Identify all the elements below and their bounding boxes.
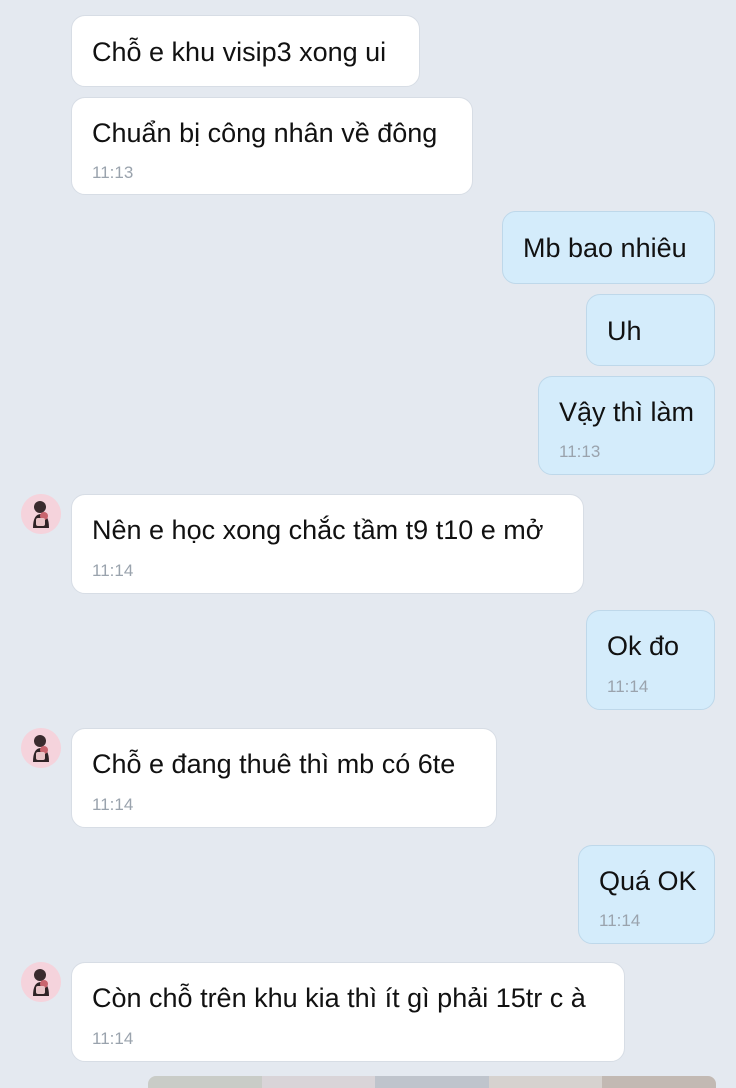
outgoing-message[interactable]: Vậy thì làm 11:13 (538, 376, 715, 475)
message-timestamp: 11:14 (92, 561, 134, 580)
message-timestamp: 11:14 (92, 795, 134, 814)
message-text: Còn chỗ trên khu kia thì ít gì phải 15tr… (92, 983, 586, 1013)
outgoing-message[interactable]: Quá OK 11:14 (578, 845, 715, 944)
image-thumbnail[interactable] (261, 1076, 376, 1088)
outgoing-message[interactable]: Uh (586, 294, 715, 366)
message-text: Chuẩn bị công nhân về đông (92, 118, 438, 148)
message-text: Mb bao nhiêu (523, 233, 687, 263)
message-timestamp: 11:14 (607, 677, 649, 696)
image-thumbnail[interactable] (602, 1076, 716, 1088)
message-text: Vậy thì làm (559, 397, 695, 427)
contact-avatar-icon[interactable] (21, 494, 61, 534)
chat-conversation: Chỗ e khu visip3 xong ui Chuẩn bị công n… (0, 0, 736, 1088)
message-text: Ok đo (607, 631, 680, 661)
message-text: Chỗ e khu visip3 xong ui (92, 37, 387, 67)
message-text: Nên e học xong chắc tầm t9 t10 e mở (92, 515, 544, 545)
outgoing-message[interactable]: Ok đo 11:14 (586, 610, 715, 710)
contact-avatar-icon[interactable] (21, 962, 61, 1002)
image-thumbnail[interactable] (375, 1076, 489, 1088)
message-timestamp: 11:14 (92, 1029, 134, 1048)
image-thumbnail[interactable] (148, 1076, 262, 1088)
incoming-message[interactable]: Còn chỗ trên khu kia thì ít gì phải 15tr… (71, 962, 625, 1062)
message-timestamp: 11:13 (559, 442, 601, 461)
outgoing-message[interactable]: Mb bao nhiêu (502, 211, 715, 284)
incoming-message[interactable]: Chỗ e đang thuê thì mb có 6te 11:14 (71, 728, 497, 828)
incoming-message[interactable]: Chỗ e khu visip3 xong ui (71, 15, 420, 87)
contact-avatar-icon[interactable] (21, 728, 61, 768)
message-text: Chỗ e đang thuê thì mb có 6te (92, 749, 456, 779)
image-thumbnail[interactable] (488, 1076, 603, 1088)
message-text: Uh (607, 316, 642, 346)
incoming-message[interactable]: Chuẩn bị công nhân về đông 11:13 (71, 97, 473, 195)
message-timestamp: 11:13 (92, 163, 134, 182)
incoming-message[interactable]: Nên e học xong chắc tầm t9 t10 e mở 11:1… (71, 494, 584, 594)
message-timestamp: 11:14 (599, 911, 641, 930)
message-text: Quá OK (599, 866, 697, 896)
image-thumbnail-strip[interactable] (148, 1076, 716, 1088)
